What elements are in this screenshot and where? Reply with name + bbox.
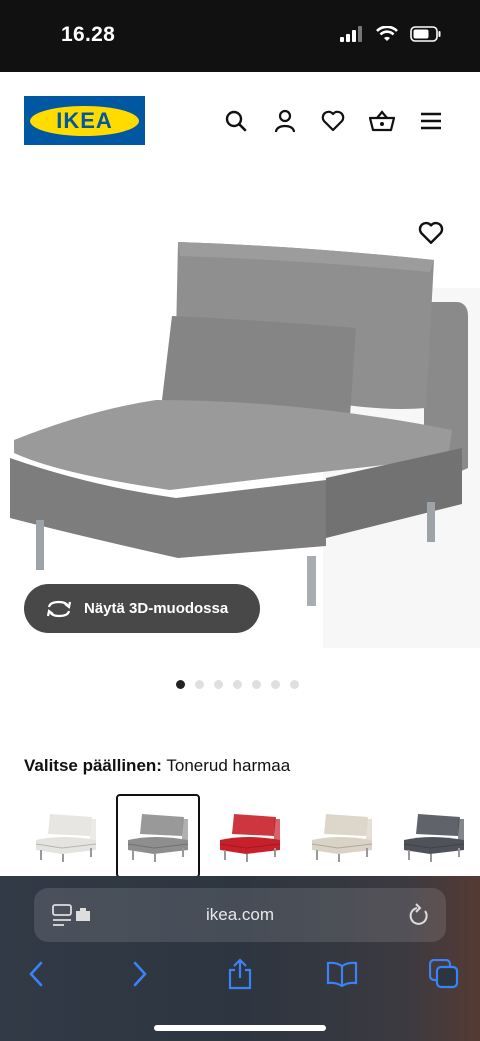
add-to-favourites-heart-icon[interactable] — [418, 221, 444, 247]
user-icon[interactable] — [272, 108, 298, 134]
sofa-thumbnail — [219, 814, 281, 862]
sofa-thumbnail — [311, 814, 373, 862]
cover-selection-label: Valitse päällinen: Tonerud harmaa — [24, 756, 290, 776]
sofa-thumbnail — [127, 814, 189, 862]
heart-icon[interactable] — [320, 108, 346, 134]
share-icon[interactable] — [224, 958, 256, 990]
carousel-dot[interactable] — [290, 680, 299, 689]
carousel-dot[interactable] — [195, 680, 204, 689]
product-gallery[interactable]: Näytä 3D-muodossa — [0, 168, 480, 668]
sofa-thumbnail — [35, 814, 97, 862]
view-3d-label: Näytä 3D-muodossa — [84, 600, 229, 617]
forward-chevron-icon[interactable] — [124, 958, 156, 990]
cover-swatch[interactable] — [300, 794, 384, 878]
status-icons — [340, 26, 442, 42]
site-header: IKEA — [0, 72, 480, 168]
reload-icon[interactable] — [408, 903, 430, 927]
cover-selected-value: Tonerud harmaa — [166, 756, 291, 775]
status-time: 16.28 — [61, 23, 116, 46]
ikea-logo[interactable]: IKEA — [24, 96, 145, 145]
image-carousel-dots[interactable] — [176, 680, 299, 689]
bookmarks-icon[interactable] — [326, 958, 358, 990]
signal-icon — [340, 26, 362, 42]
carousel-dot[interactable] — [233, 680, 242, 689]
carousel-dot[interactable] — [214, 680, 223, 689]
cover-swatch-list — [24, 794, 480, 878]
cover-swatch[interactable] — [24, 794, 108, 878]
url-text: ikea.com — [205, 905, 275, 924]
sofa-thumbnail — [403, 814, 465, 862]
cover-swatch[interactable] — [208, 794, 292, 878]
cover-label-title: Valitse päällinen: — [24, 756, 162, 775]
back-chevron-icon[interactable] — [20, 958, 52, 990]
basket-icon[interactable] — [369, 108, 395, 134]
status-bar: 16.28 — [0, 0, 480, 72]
rotate-3d-icon — [46, 600, 72, 617]
address-bar[interactable]: ikea.com — [34, 888, 446, 942]
logo-text: IKEA — [30, 105, 139, 136]
search-icon[interactable] — [223, 108, 249, 134]
view-3d-button[interactable]: Näytä 3D-muodossa — [24, 584, 260, 633]
menu-icon[interactable] — [418, 108, 444, 134]
cover-swatch[interactable] — [116, 794, 200, 878]
carousel-dot[interactable] — [271, 680, 280, 689]
cover-swatch[interactable] — [392, 794, 476, 878]
tabs-icon[interactable] — [428, 958, 460, 990]
browser-toolbar: ikea.com — [0, 876, 480, 1041]
carousel-dot[interactable] — [252, 680, 261, 689]
carousel-dot[interactable] — [176, 680, 185, 689]
wifi-icon — [376, 26, 398, 41]
home-indicator — [154, 1025, 326, 1031]
battery-icon — [410, 26, 441, 42]
